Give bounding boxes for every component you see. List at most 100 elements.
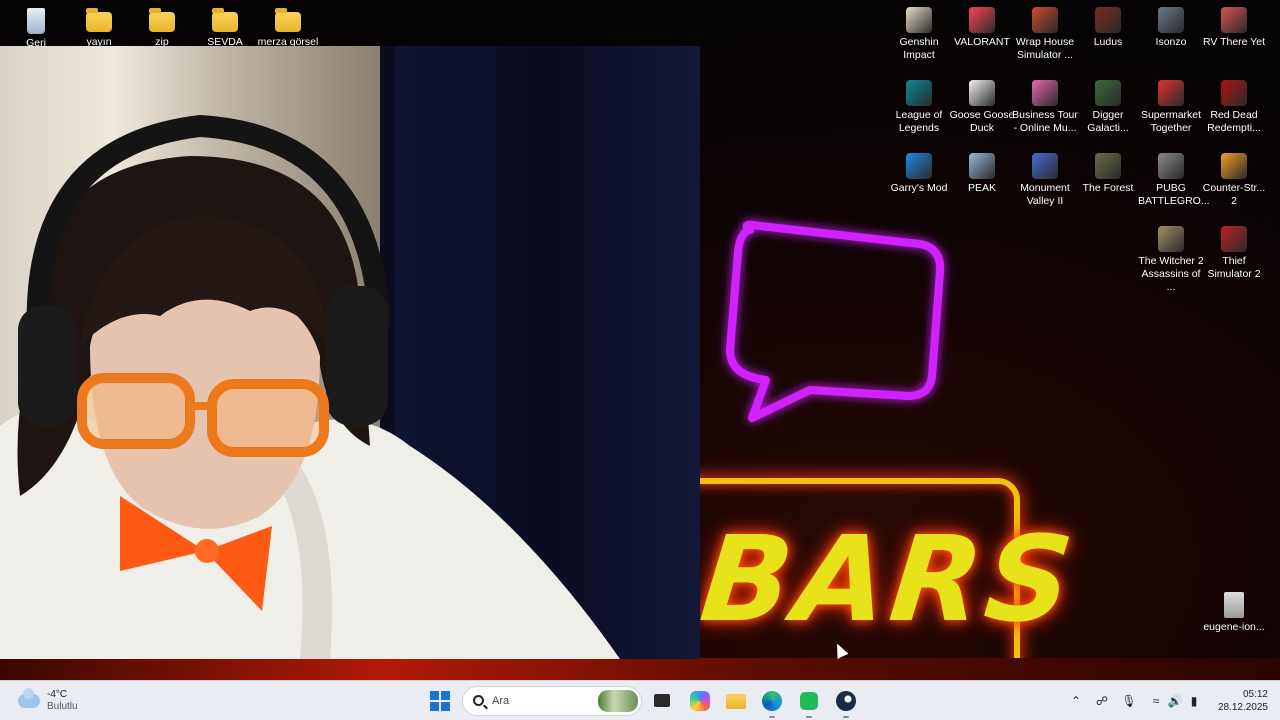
- desktop-shortcut-label: RV There Yet: [1202, 36, 1266, 48]
- counter-strike-icon: [1221, 153, 1247, 179]
- goose-goose-duck-icon: [969, 80, 995, 106]
- desktop-shortcut-label: League of Legends: [895, 109, 943, 134]
- desktop-shortcut-garrys-mod[interactable]: Garry's Mod: [886, 153, 952, 195]
- thief-simulator-icon: [1221, 226, 1247, 252]
- monument-valley-icon: [1032, 153, 1058, 179]
- desktop-shortcut-pubg[interactable]: PUBG BATTLEGRO...: [1138, 153, 1210, 208]
- running-indicator: [769, 716, 775, 718]
- rv-there-yet-icon: [1221, 7, 1247, 33]
- edge-icon: [762, 691, 782, 711]
- desktop-shortcut-isonzo[interactable]: Isonzo: [1138, 7, 1204, 49]
- league-of-legends-icon: [906, 80, 932, 106]
- pubg-icon: [1158, 153, 1184, 179]
- desktop-icon-geri[interactable]: Geri: [3, 8, 69, 50]
- peak-icon: [969, 153, 995, 179]
- weather-temp: -4°C: [47, 689, 68, 700]
- whatsapp-icon: [800, 692, 818, 710]
- desktop-shortcut-valorant[interactable]: VALORANT: [949, 7, 1015, 49]
- desktop-shortcut-monument-valley[interactable]: Monument Valley II: [1012, 153, 1078, 208]
- desktop-shortcut-label: Wrap House Simulator ...: [1015, 36, 1075, 61]
- webcam-person-figure: [0, 114, 620, 659]
- desktop-icon-zip[interactable]: zip: [129, 8, 195, 49]
- edge-button[interactable]: [760, 689, 784, 718]
- steam-icon: [836, 691, 856, 711]
- desktop-shortcut-thief-simulator[interactable]: Thief Simulator 2: [1201, 226, 1267, 281]
- search-highlight-image: [598, 690, 638, 712]
- desktop-shortcut-league-of-legends[interactable]: League of Legends: [886, 80, 952, 135]
- neon-bars-sign: BARS: [660, 470, 1082, 698]
- desktop-shortcut-wrap-house[interactable]: Wrap House Simulator ...: [1012, 7, 1078, 62]
- speaker-icon[interactable]: 🔊: [1167, 693, 1183, 709]
- running-indicator: [843, 716, 849, 718]
- desktop-shortcut-label: Isonzo: [1155, 36, 1187, 48]
- witcher-2-icon: [1158, 226, 1184, 252]
- wallpaper-glow-strip: [0, 658, 1280, 680]
- desktop-shortcut-label: Garry's Mod: [890, 182, 948, 194]
- desktop-shortcut-label: Ludus: [1093, 36, 1123, 48]
- search-icon: [473, 695, 484, 706]
- neon-sign-text: BARS: [694, 510, 1083, 648]
- folder-icon: [86, 8, 112, 32]
- taskbar-clock[interactable]: 05:12 28.12.2025: [1208, 688, 1268, 714]
- desktop-shortcut-counter-strike[interactable]: Counter-Str... 2: [1201, 153, 1267, 208]
- security-icon[interactable]: ☍: [1094, 693, 1110, 709]
- desktop-shortcut-rv-there-yet[interactable]: RV There Yet: [1201, 7, 1267, 49]
- desktop-icon-yayın[interactable]: yayın: [66, 8, 132, 49]
- desktop-icon-sevda[interactable]: SEVDA: [192, 8, 258, 49]
- desktop-shortcut-label: Red Dead Redempti...: [1207, 109, 1261, 134]
- red-dead-redemption-icon: [1221, 80, 1247, 106]
- desktop-shortcut-label: The Witcher 2 Assassins of ...: [1138, 255, 1204, 293]
- copilot-button[interactable]: [688, 689, 712, 713]
- desktop-icon-merza-görsel[interactable]: merza görsel: [255, 8, 321, 49]
- microphone-icon[interactable]: 🎙: [1121, 693, 1137, 709]
- steam-button[interactable]: [834, 689, 858, 718]
- desktop-shortcut-red-dead-redemption[interactable]: Red Dead Redempti...: [1201, 80, 1267, 135]
- desktop-shortcut-the-forest[interactable]: The Forest: [1075, 153, 1141, 195]
- desktop-shortcut-label: PUBG BATTLEGRO...: [1138, 182, 1210, 207]
- chevron-up-icon[interactable]: ⌃: [1068, 693, 1084, 709]
- valorant-icon: [969, 7, 995, 33]
- desktop-shortcut-ludus[interactable]: Ludus: [1075, 7, 1141, 49]
- desktop-shortcut-label: PEAK: [967, 182, 996, 194]
- cloud-icon: [18, 688, 40, 708]
- neon-speech-bubble: [726, 220, 945, 422]
- desktop-shortcut-label: Goose Goose Duck: [949, 109, 1015, 134]
- weather-widget[interactable]: -4°C Bulutlu: [18, 687, 78, 715]
- file-explorer-button[interactable]: [724, 689, 748, 713]
- whatsapp-button[interactable]: [797, 689, 821, 718]
- desktop-shortcut-business-tour[interactable]: Business Tour - Online Mu...: [1012, 80, 1078, 135]
- desktop-shortcut-digger-galactic[interactable]: Digger Galacti...: [1075, 80, 1141, 135]
- desktop-shortcut-label: Business Tour - Online Mu...: [1012, 109, 1078, 134]
- task-view-button[interactable]: [650, 689, 674, 713]
- desktop-shortcut-peak[interactable]: PEAK: [949, 153, 1015, 195]
- file-explorer-icon: [726, 694, 746, 709]
- desktop-shortcut-label: Monument Valley II: [1020, 182, 1070, 207]
- taskbar-search-box[interactable]: Ara: [462, 686, 642, 716]
- task-view-icon: [654, 694, 670, 707]
- desktop-shortcut-goose-goose-duck[interactable]: Goose Goose Duck: [949, 80, 1015, 135]
- wrap-house-icon: [1032, 7, 1058, 33]
- clock-date: 28.12.2025: [1217, 702, 1268, 713]
- wifi-icon[interactable]: ≈: [1148, 693, 1164, 709]
- desktop-shortcut-label: Genshin Impact: [899, 36, 939, 61]
- desktop-shortcut-genshin-impact[interactable]: Genshin Impact: [886, 7, 952, 62]
- desktop-file-item[interactable]: eugene-ion...: [1201, 592, 1267, 634]
- desktop-file-label: eugene-ion...: [1203, 621, 1265, 633]
- desktop-shortcut-label: Digger Galacti...: [1087, 109, 1129, 134]
- desktop-shortcut-supermarket-together[interactable]: Supermarket Together: [1138, 80, 1204, 135]
- taskbar: -4°C Bulutlu Ara ⌃ ☍ 🎙 ≈ 🔊 ▮ 05:12 28.12…: [0, 680, 1280, 720]
- business-tour-icon: [1032, 80, 1058, 106]
- recycle-bin-icon: [27, 8, 45, 34]
- folder-icon: [275, 8, 301, 32]
- the-forest-icon: [1095, 153, 1121, 179]
- clock-time: 05:12: [1242, 689, 1268, 700]
- battery-icon[interactable]: ▮: [1186, 693, 1202, 709]
- supermarket-together-icon: [1158, 80, 1184, 106]
- desktop-shortcut-label: Supermarket Together: [1140, 109, 1202, 134]
- desktop-shortcut-label: Counter-Str... 2: [1202, 182, 1266, 207]
- desktop-shortcut-witcher-2[interactable]: The Witcher 2 Assassins of ...: [1138, 226, 1204, 294]
- copilot-icon: [690, 691, 710, 711]
- desktop-shortcut-label: The Forest: [1082, 182, 1134, 194]
- start-button[interactable]: [428, 689, 452, 713]
- desktop-shortcut-label: Thief Simulator 2: [1207, 255, 1261, 280]
